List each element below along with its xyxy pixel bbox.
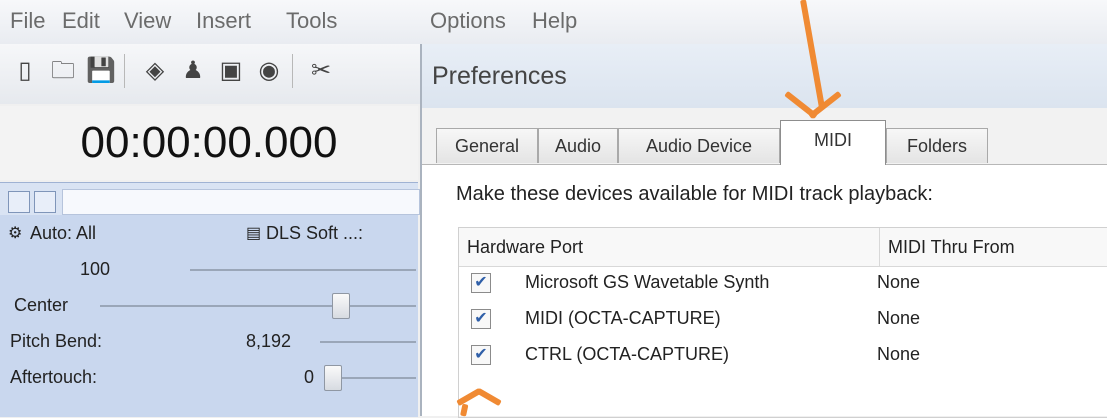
port-name: Microsoft GS Wavetable Synth — [525, 272, 770, 292]
pitch-value: 8,192 — [246, 331, 292, 351]
menu-bar: File Edit View Insert Tools Options Help — [0, 0, 1107, 44]
volume-slider[interactable] — [190, 269, 416, 271]
aftertouch-value: 0 — [304, 367, 315, 387]
new-file-icon[interactable]: ▯ — [10, 56, 40, 86]
tab-midi[interactable]: MIDI — [780, 120, 886, 165]
menu-insert[interactable]: Insert — [196, 8, 251, 34]
toolbar-separator — [292, 54, 293, 88]
port-name: MIDI (OCTA-CAPTURE) — [525, 308, 721, 328]
device-icon: ▤ — [246, 225, 262, 242]
thru-value[interactable]: None — [877, 344, 920, 365]
tab-general[interactable]: General — [436, 128, 538, 163]
notes-icon[interactable]: ▣ — [216, 56, 246, 86]
pan-slider[interactable] — [100, 305, 416, 307]
menu-file[interactable]: File — [10, 8, 45, 34]
volume-value: 100 — [80, 259, 111, 279]
tab-audio[interactable]: Audio — [538, 128, 618, 163]
column-midi-thru-from[interactable]: MIDI Thru From — [880, 228, 1107, 267]
aftertouch-label: Aftertouch: — [10, 367, 98, 387]
person-icon[interactable]: ♟ — [178, 56, 208, 86]
track-row-volume: 100 — [0, 251, 418, 287]
device-label[interactable]: DLS Soft ...: — [266, 223, 363, 244]
record-icon[interactable]: ◈ — [140, 56, 170, 86]
menu-edit[interactable]: Edit — [62, 8, 100, 34]
tab-folders[interactable]: Folders — [886, 128, 988, 163]
track-name-field[interactable] — [62, 189, 420, 215]
checkbox[interactable]: ✔ — [471, 309, 491, 329]
pan-slider-thumb[interactable] — [332, 293, 350, 319]
track-number-icon[interactable] — [34, 191, 56, 213]
menu-tools[interactable]: Tools — [286, 8, 337, 34]
thru-value[interactable]: None — [877, 308, 920, 329]
track-list-icon[interactable] — [8, 191, 30, 213]
pitch-slider[interactable] — [320, 341, 416, 343]
tab-audio-device[interactable]: Audio Device — [618, 128, 780, 163]
checkbox[interactable]: ✔ — [471, 345, 491, 365]
toolbar: ▯ 🗀 💾 ◈ ♟ ▣ ◉ ✂ — [0, 44, 420, 104]
track-row-auto: ⚙ Auto: All ▤ DLS Soft ...: — [0, 215, 418, 251]
menu-help[interactable]: Help — [532, 8, 577, 34]
column-hardware-port[interactable]: Hardware Port — [459, 228, 880, 267]
track-header — [0, 183, 420, 215]
tab-content: Make these devices available for MIDI tr… — [422, 165, 1107, 418]
cut-icon[interactable]: ✂ — [306, 56, 336, 86]
track-row-pan: Center — [0, 287, 418, 323]
thru-value[interactable]: None — [877, 272, 920, 293]
toolbar-separator — [124, 54, 125, 88]
pan-label: Center — [14, 295, 69, 315]
menu-options[interactable]: Options — [430, 8, 506, 34]
checkbox[interactable]: ✔ — [471, 273, 491, 293]
track-panel: ⚙ Auto: All ▤ DLS Soft ...: 100 Center P… — [0, 182, 420, 417]
table-row[interactable]: ✔ MIDI (OCTA-CAPTURE) None — [459, 302, 1107, 338]
pitch-label: Pitch Bend: — [10, 331, 103, 351]
save-icon[interactable]: 💾 — [86, 56, 116, 86]
track-row-pitch: Pitch Bend: 8,192 — [0, 323, 418, 359]
zoom-icon[interactable]: ◉ — [254, 56, 284, 86]
table-row[interactable]: ✔ Microsoft GS Wavetable Synth None — [459, 266, 1107, 302]
preferences-dialog: Preferences General Audio Audio Device M… — [420, 44, 1107, 418]
menu-view[interactable]: View — [124, 8, 171, 34]
time-display: 00:00:00.000 — [0, 106, 418, 180]
dialog-title: Preferences — [422, 44, 1107, 109]
auto-label[interactable]: Auto: All — [30, 223, 96, 244]
table-row[interactable]: ✔ CTRL (OCTA-CAPTURE) None — [459, 338, 1107, 374]
midi-caption: Make these devices available for MIDI tr… — [456, 183, 933, 205]
tab-bar: General Audio Audio Device MIDI Folders — [422, 108, 1107, 165]
track-row-aftertouch: Aftertouch: 0 — [0, 359, 418, 395]
automation-icon[interactable]: ⚙ — [8, 223, 22, 243]
aftertouch-slider[interactable] — [342, 377, 416, 379]
aftertouch-slider-thumb[interactable] — [324, 365, 342, 391]
open-folder-icon[interactable]: 🗀 — [48, 56, 78, 86]
midi-device-table: Hardware Port MIDI Thru From ✔ Microsoft… — [458, 227, 1107, 418]
port-name: CTRL (OCTA-CAPTURE) — [525, 344, 729, 364]
